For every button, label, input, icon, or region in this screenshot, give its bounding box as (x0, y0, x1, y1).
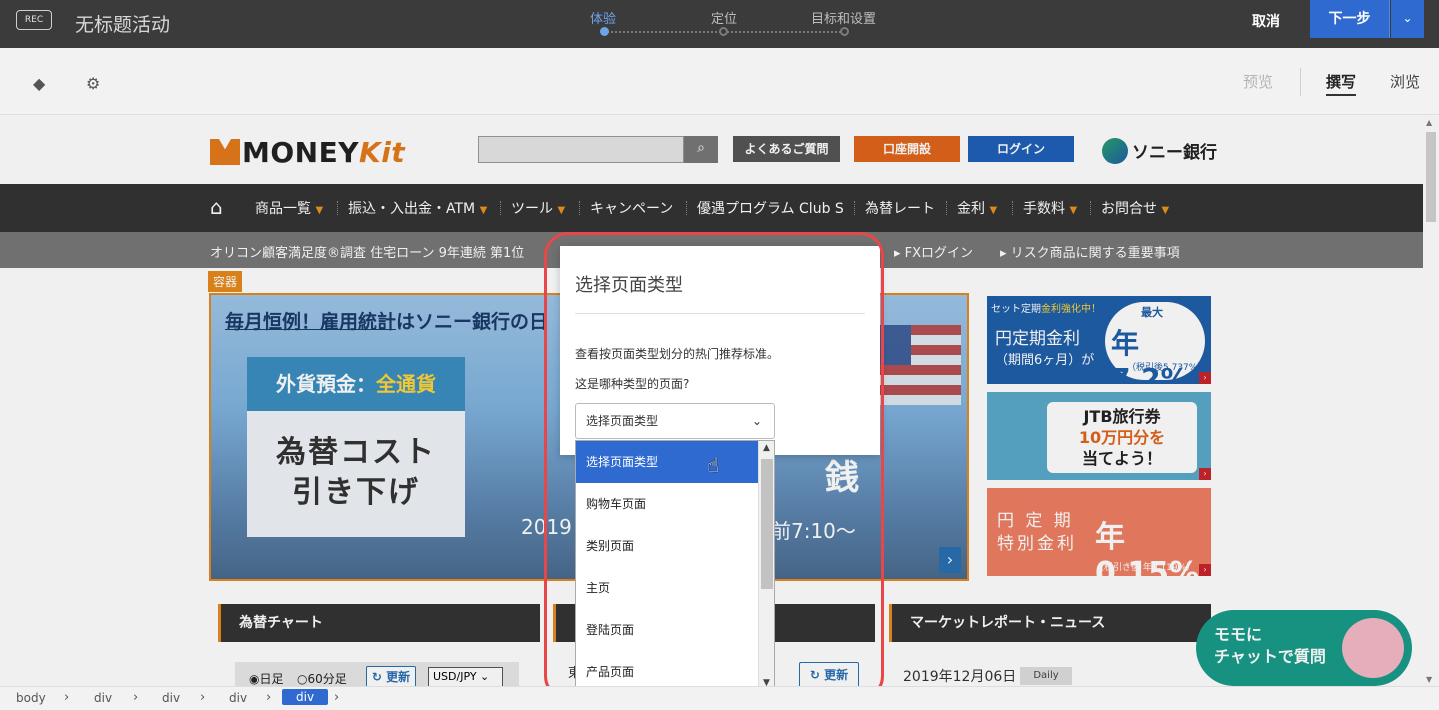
scrollbar-thumb[interactable] (1426, 132, 1436, 222)
top-bar: REC 无标题活动 体验 定位 目标和设置 取消 下一步 ⌄ (0, 0, 1439, 48)
crumb-div-3[interactable]: div (229, 691, 247, 705)
step-dot-2 (719, 27, 728, 36)
crumb-div-active[interactable]: div (282, 689, 329, 705)
cancel-button[interactable]: 取消 (1252, 11, 1280, 31)
step-targeting[interactable]: 定位 (711, 8, 737, 27)
highlight-outline (544, 232, 884, 700)
toolbar-divider (1300, 68, 1301, 96)
settings-gear-icon[interactable]: ⚙ (86, 74, 100, 93)
crumb-body[interactable]: body (16, 691, 46, 705)
scroll-up-icon[interactable]: ▲ (1426, 118, 1432, 127)
mode-browse[interactable]: 浏览 (1390, 71, 1420, 92)
mode-preview[interactable]: 预览 (1243, 71, 1273, 92)
chevron-right-icon: › (334, 690, 340, 705)
page-scrollbar[interactable]: ▲ ▼ (1423, 116, 1439, 686)
chevron-right-icon: › (133, 690, 139, 705)
editor-toolbar: ◆ ⚙ 预览 撰写 浏览 (0, 48, 1439, 115)
next-dropdown-button[interactable]: ⌄ (1391, 0, 1424, 38)
activity-title[interactable]: 无标题活动 (75, 10, 170, 37)
mode-compose[interactable]: 撰写 (1326, 71, 1357, 96)
chevron-right-icon: › (64, 690, 70, 705)
layers-icon[interactable]: ◆ (33, 74, 45, 93)
chevron-right-icon: › (200, 690, 206, 705)
scroll-down-icon[interactable]: ▼ (1426, 675, 1432, 684)
crumb-div-2[interactable]: div (162, 691, 180, 705)
next-step-button[interactable]: 下一步 (1310, 0, 1390, 38)
element-breadcrumb: body › div › div › div › div › (0, 686, 1439, 710)
rec-badge[interactable]: REC (16, 10, 52, 30)
step-dot-3 (840, 27, 849, 36)
step-dot-1 (600, 27, 609, 36)
crumb-div-1[interactable]: div (94, 691, 112, 705)
step-experience[interactable]: 体验 (590, 8, 616, 27)
chevron-right-icon: › (266, 690, 272, 705)
step-goals-settings[interactable]: 目标和设置 (811, 8, 876, 27)
